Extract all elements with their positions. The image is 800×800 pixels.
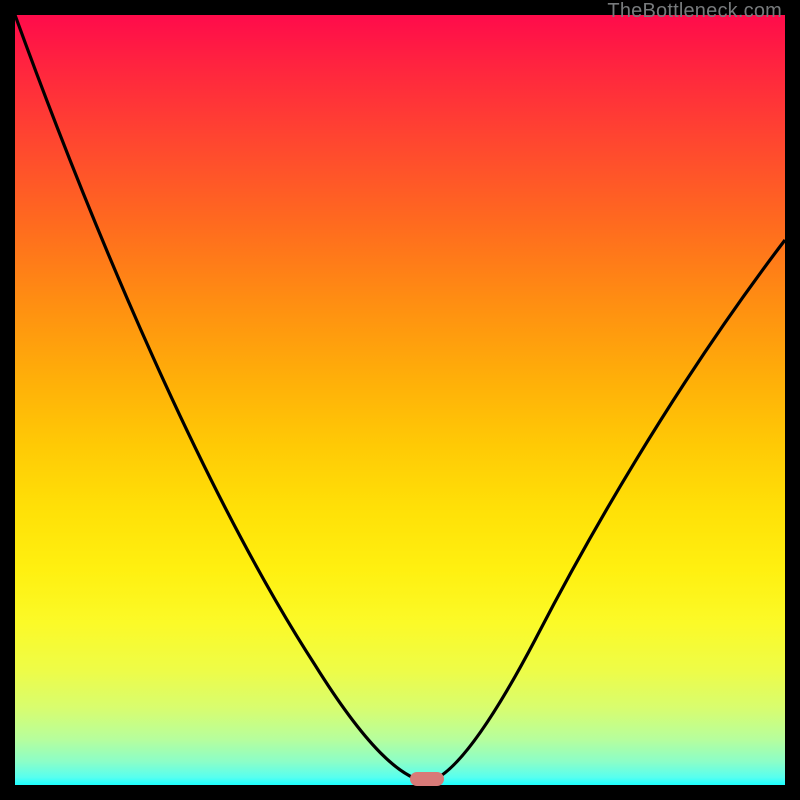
chart-frame: TheBottleneck.com — [0, 0, 800, 800]
watermark-text: TheBottleneck.com — [607, 0, 782, 23]
bottleneck-curve — [15, 15, 785, 785]
min-marker — [410, 772, 444, 786]
curve-path — [15, 15, 785, 782]
plot-area — [15, 15, 785, 785]
